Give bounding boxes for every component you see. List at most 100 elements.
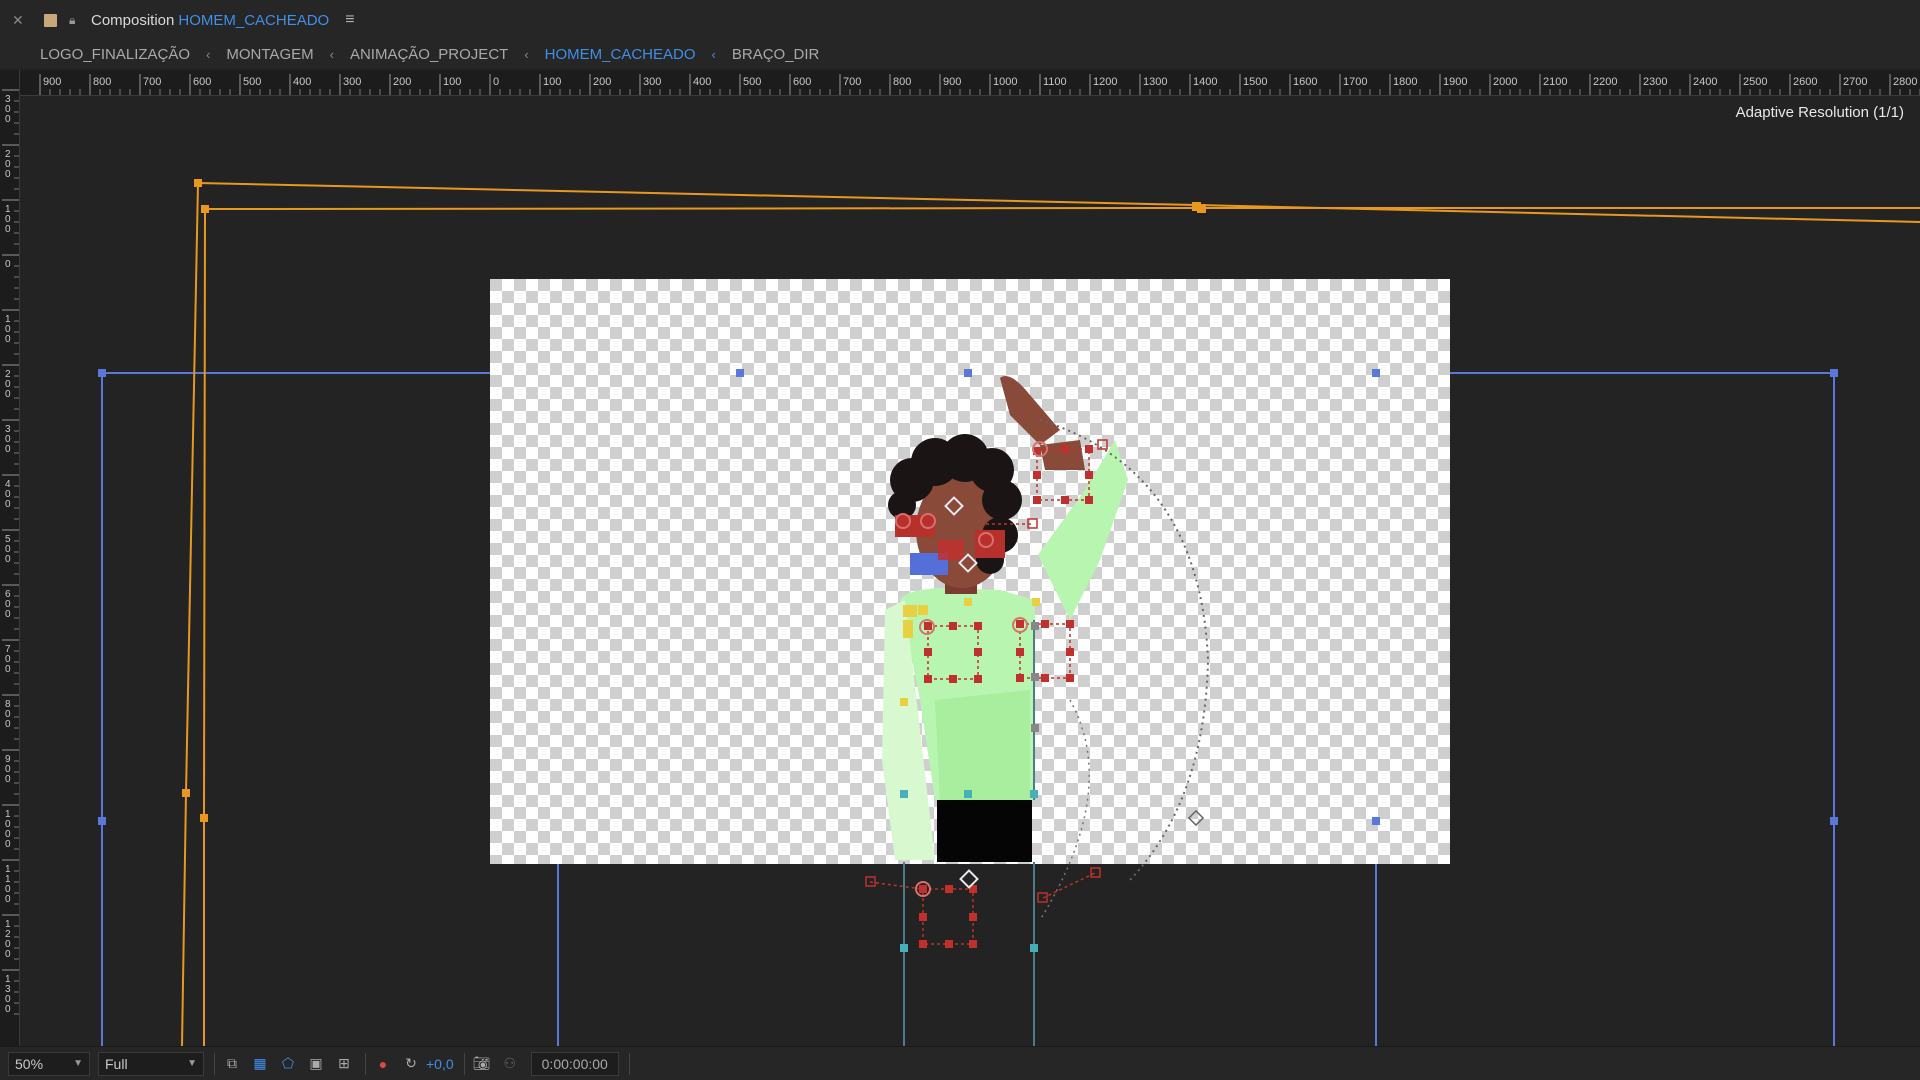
breadcrumb-logo-finalizacao[interactable]: LOGO_FINALIZAÇÃO — [36, 46, 194, 63]
breadcrumb-homem-cacheado[interactable]: HOMEM_CACHEADO — [541, 46, 700, 63]
magnification-value: 50% — [15, 1055, 44, 1072]
ruler-label: 900 — [943, 76, 961, 88]
ruler-label: 900 — [43, 76, 61, 88]
composition-navigator: LOGO_FINALIZAÇÃO ‹ MONTAGEM ‹ ANIMAÇÃO_P… — [0, 40, 1920, 68]
ruler-label: 2800 — [1893, 76, 1917, 88]
chevron-left-icon: ‹ — [329, 46, 334, 62]
color-channels-icon[interactable]: ● — [372, 1053, 394, 1075]
ruler-label: 200 — [593, 76, 611, 88]
ruler-label: 800 — [5, 699, 11, 730]
ruler-label: 400 — [293, 76, 311, 88]
toolbar-divider — [365, 1052, 366, 1075]
ruler-label: 2600 — [1793, 76, 1817, 88]
ruler-label: 400 — [693, 76, 711, 88]
toolbar-divider — [628, 1052, 630, 1075]
exposure-value[interactable]: +0,0 — [426, 1056, 454, 1072]
fast-previews-icon[interactable]: ⧉ — [221, 1053, 243, 1075]
ruler-label: 700 — [5, 644, 11, 675]
ruler-label: 1100 — [5, 864, 11, 905]
horizontal-ruler-ticks: 900 800 700 600 500 400 300 200 100 0 100 200 300 400… — [39, 74, 1920, 95]
ruler-label: 100 — [543, 76, 561, 88]
ruler-label: 600 — [5, 589, 11, 620]
ruler-label: 500 — [743, 76, 761, 88]
grid-guides-icon[interactable]: ⊞ — [333, 1053, 355, 1075]
ruler-label: 200 — [5, 149, 11, 180]
ruler-label: 2400 — [1693, 76, 1717, 88]
hamburger-menu-icon[interactable]: ≡ — [345, 11, 354, 29]
ruler-label: 1000 — [993, 76, 1017, 88]
close-icon[interactable]: ✕ — [12, 12, 30, 29]
ruler-label: 2300 — [1643, 76, 1667, 88]
region-of-interest-icon[interactable]: ▣ — [305, 1053, 327, 1075]
ruler-label: 800 — [93, 76, 111, 88]
adaptive-resolution-label: Adaptive Resolution (1/1) — [1735, 104, 1904, 121]
horizontal-ruler[interactable]: 900 800 700 600 500 400 300 200 100 0 100 200 300 400… — [20, 70, 1920, 96]
ruler-label: 1400 — [1193, 76, 1217, 88]
ruler-label: 100 — [5, 204, 11, 235]
ruler-label: 300 — [5, 94, 11, 125]
vertical-ruler[interactable]: 3002001000100200300400500600700800900100… — [0, 70, 20, 1046]
ruler-label: 200 — [5, 369, 11, 400]
ruler-label: 700 — [143, 76, 161, 88]
ruler-label: 500 — [5, 534, 11, 565]
ruler-label: 600 — [193, 76, 211, 88]
toolbar-divider — [214, 1052, 215, 1075]
camera-snapshot-icon[interactable]: 📷︎ — [471, 1053, 493, 1075]
transparency-grid-icon[interactable]: ▦ — [249, 1053, 271, 1075]
ruler-label: 300 — [343, 76, 361, 88]
chevron-down-icon: ▼ — [187, 1058, 197, 1069]
ruler-label: 700 — [843, 76, 861, 88]
ruler-label: 1700 — [1343, 76, 1367, 88]
ruler-label: 300 — [5, 424, 11, 455]
ruler-label: 1300 — [1143, 76, 1167, 88]
ruler-label: 2000 — [1493, 76, 1517, 88]
ruler-label: 1000 — [5, 809, 11, 850]
composition-viewer[interactable] — [20, 96, 1920, 1046]
chevron-left-icon: ‹ — [206, 46, 211, 62]
ruler-label: 800 — [893, 76, 911, 88]
toolbar-divider — [463, 1052, 465, 1075]
chevron-left-icon: ‹ — [524, 46, 529, 62]
viewer-canvas[interactable] — [20, 96, 1920, 1046]
ruler-label: 400 — [5, 479, 11, 510]
breadcrumb-braco-dir[interactable]: BRAÇO_DIR — [728, 46, 824, 63]
ruler-label: 2700 — [1843, 76, 1867, 88]
ruler-label: 0 — [5, 259, 11, 270]
ruler-label: 1600 — [1293, 76, 1317, 88]
ruler-label: 0 — [493, 76, 499, 88]
show-snapshot-icon[interactable]: ⚇ — [499, 1053, 521, 1075]
ruler-label: 2500 — [1743, 76, 1767, 88]
pants — [937, 800, 1032, 862]
ruler-label: 100 — [443, 76, 461, 88]
reset-exposure-icon[interactable]: ↻ — [400, 1053, 422, 1075]
chevron-left-icon: ‹ — [711, 46, 716, 62]
ruler-label: 2100 — [1543, 76, 1567, 88]
viewer-toolbar: 50% ▼ Full ▼ ⧉ ▦ ⬠ ▣ ⊞ ● ↻ +0,0 📷︎ ⚇ 0:0… — [0, 1046, 1920, 1080]
panel-label: Composition — [91, 11, 175, 29]
ruler-label: 600 — [793, 76, 811, 88]
ruler-label: 1300 — [5, 974, 11, 1015]
lock-icon[interactable]: 🔒︎ — [69, 13, 85, 28]
ruler-label: 1500 — [1243, 76, 1267, 88]
composition-name: HOMEM_CACHEADO — [178, 11, 330, 29]
current-time-display[interactable]: 0:00:00:00 — [530, 1051, 619, 1076]
resolution-value: Full — [105, 1055, 128, 1072]
ruler-label: 1200 — [5, 919, 11, 960]
chevron-down-icon: ▼ — [73, 1058, 83, 1069]
resolution-dropdown[interactable]: Full ▼ — [98, 1051, 204, 1076]
vertical-ruler-ticks: 3 0 02 0 01 0 001 0 02 0 03 0 04 0 05 0 06 0 07 0 08 0 09 0 01 0 0… — [2, 89, 19, 1015]
breadcrumb-montagem[interactable]: MONTAGEM — [222, 46, 317, 63]
mask-visibility-icon[interactable]: ⬠ — [277, 1053, 299, 1075]
ruler-label: 900 — [5, 754, 11, 785]
ruler-label: 500 — [243, 76, 261, 88]
magnification-dropdown[interactable]: 50% ▼ — [8, 1051, 90, 1076]
composition-panel-header: ✕ 🔒︎ Composition HOMEM_CACHEADO ≡ — [0, 0, 1920, 40]
ruler-label: 1200 — [1093, 76, 1117, 88]
breadcrumb-animacao-project[interactable]: ANIMAÇÃO_PROJECT — [346, 46, 512, 63]
label-color-swatch[interactable] — [44, 13, 57, 27]
ruler-label: 1100 — [1043, 76, 1067, 88]
ruler-label: 200 — [393, 76, 411, 88]
ruler-label: 1900 — [1443, 76, 1467, 88]
ruler-label: 300 — [643, 76, 661, 88]
ruler-label: 100 — [5, 314, 11, 345]
